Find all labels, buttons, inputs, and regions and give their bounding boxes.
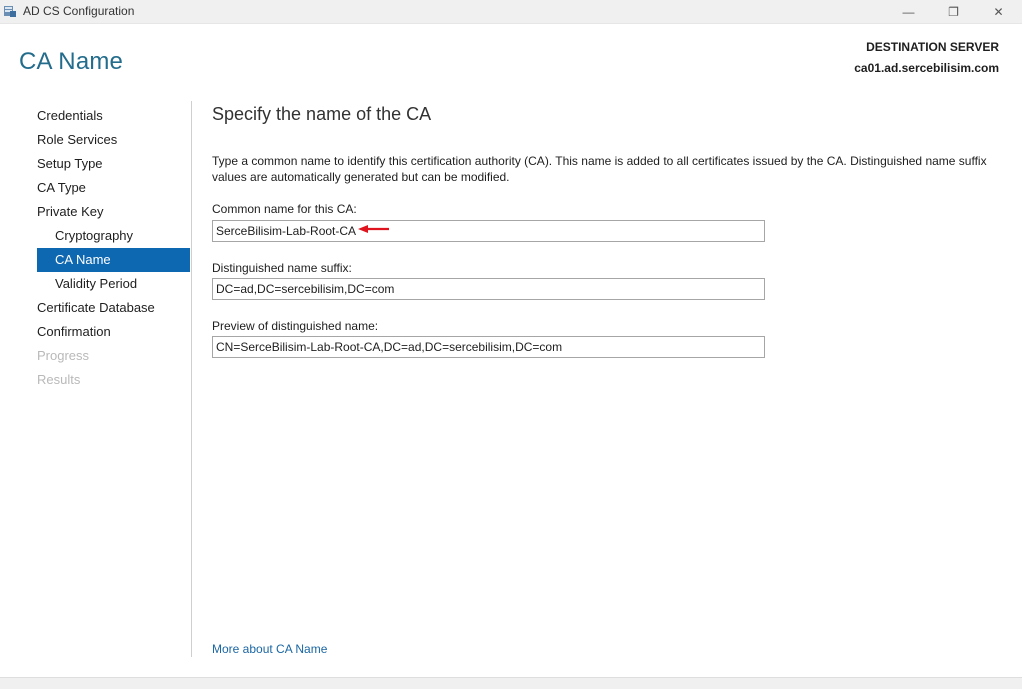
nav-item-results: Results [37,372,81,387]
nav-item-private-key[interactable]: Private Key [37,200,190,224]
more-about-ca-name-link[interactable]: More about CA Name [212,642,327,656]
description-text: Type a common name to identify this cert… [212,154,987,184]
server-manager-icon [4,6,16,17]
annotation-arrow-icon [358,225,389,233]
dn-preview-label: Preview of distinguished name: [212,319,379,333]
title-bar: AD CS Configuration — ❐ ✕ [0,0,1022,24]
nav-item-validity-period[interactable]: Validity Period [37,272,190,296]
nav-item-ca-name[interactable]: CA Name [37,248,190,272]
destination-server-name: ca01.ad.sercebilisim.com [854,61,999,75]
nav-item-setup-type[interactable]: Setup Type [37,152,190,176]
minimize-button[interactable]: — [886,0,931,23]
nav-item-cryptography[interactable]: Cryptography [37,224,190,248]
nav-item-confirmation[interactable]: Confirmation [37,320,190,344]
page-title: CA Name [19,48,124,75]
nav-item-credentials[interactable]: Credentials [37,104,190,128]
destination-server-label: DESTINATION SERVER [866,40,999,54]
nav-divider [191,101,192,657]
window-title: AD CS Configuration [23,4,135,18]
close-button[interactable]: ✕ [976,0,1021,23]
common-name-input[interactable]: SerceBilisim-Lab-Root-CA [212,220,765,242]
close-icon: ✕ [993,4,1004,19]
restore-icon: ❐ [948,4,959,19]
maximize-button[interactable]: ❐ [931,0,976,23]
minimize-icon: — [902,4,915,19]
section-heading: Specify the name of the CA [212,104,432,124]
dn-suffix-input[interactable]: DC=ad,DC=sercebilisim,DC=com [212,278,765,300]
dn-suffix-label: Distinguished name suffix: [212,261,352,275]
nav-item-progress: Progress [37,348,90,363]
nav-item-role-services[interactable]: Role Services [37,128,190,152]
dn-preview-field: CN=SerceBilisim-Lab-Root-CA,DC=ad,DC=ser… [212,336,765,358]
nav-item-ca-type[interactable]: CA Type [37,176,190,200]
common-name-label: Common name for this CA: [212,202,357,216]
nav-item-certificate-database[interactable]: Certificate Database [37,296,190,320]
wizard-nav: Credentials Role Services Setup Type CA … [37,104,190,392]
button-bar [0,677,1022,689]
